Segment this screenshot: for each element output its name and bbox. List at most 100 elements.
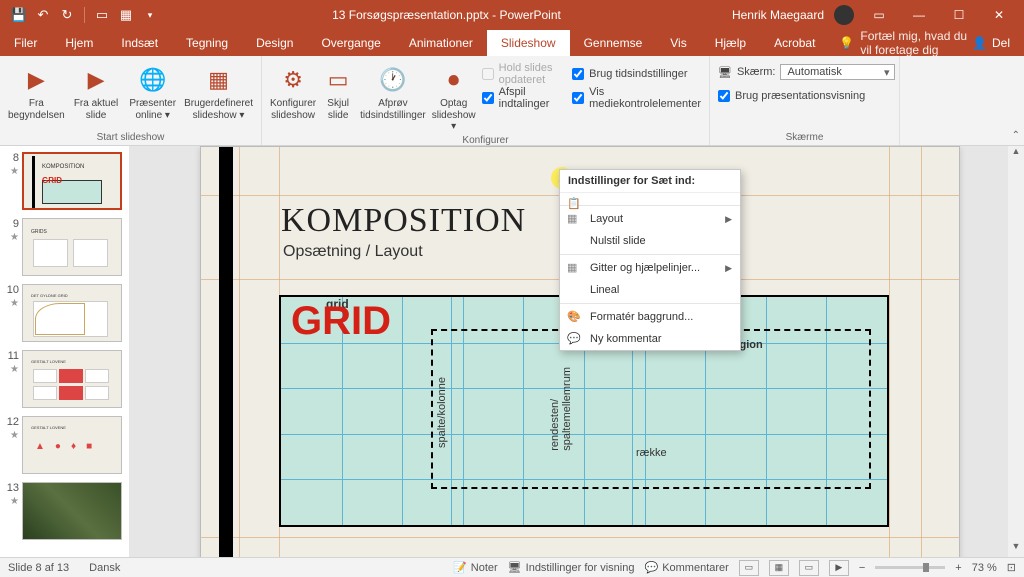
keep-updated-checkbox[interactable]: Hold slides opdateret: [482, 64, 566, 84]
reading-view-icon[interactable]: ▭: [799, 560, 819, 576]
tab-tegning[interactable]: Tegning: [172, 30, 242, 56]
user-name: Henrik Maegaard: [732, 8, 824, 22]
tab-slideshow[interactable]: Slideshow: [487, 30, 570, 56]
from-beginning-button[interactable]: ▶Fra begyndelsen: [8, 60, 65, 121]
slide-canvas[interactable]: KOMPOSITION Opsætning / Layout spalte/ko…: [200, 146, 960, 557]
status-bar: Slide 8 af 13 Dansk 📝Noter 🖥Indstillinge…: [0, 557, 1024, 577]
ribbon: ▶Fra begyndelsen ▶Fra aktuel slide 🌐Præs…: [0, 56, 1024, 146]
quick-access-toolbar: 💾 ↶ ↻ ▭ ▦ ▾: [0, 4, 161, 26]
zoom-in-icon[interactable]: +: [955, 562, 961, 574]
collapse-ribbon-icon[interactable]: ⌃: [1012, 130, 1020, 141]
normal-view-icon[interactable]: ▭: [739, 560, 759, 576]
redo-icon[interactable]: ↻: [56, 4, 78, 26]
undo-icon[interactable]: ↶: [32, 4, 54, 26]
ctx-kommentar[interactable]: 💬Ny kommentar: [560, 328, 740, 350]
setup-show-button[interactable]: ⚙Konfigurer slideshow: [270, 60, 316, 121]
comments-button[interactable]: 💬Kommentarer: [644, 561, 728, 574]
group-label-skaerm: Skærme: [718, 130, 891, 145]
play-narrations-checkbox[interactable]: Afspil indtalinger: [482, 88, 566, 108]
minimize-icon[interactable]: —: [904, 0, 934, 30]
qat-dropdown-icon[interactable]: ▾: [139, 4, 161, 26]
language-indicator[interactable]: Dansk: [89, 562, 120, 574]
scroll-up-icon[interactable]: ▲: [1008, 146, 1024, 162]
thumbnail-9[interactable]: GRIDS: [22, 218, 122, 276]
screen-label: Skærm:: [737, 66, 776, 78]
present-online-button[interactable]: 🌐Præsenter online ▾: [127, 60, 178, 121]
custom-show-icon: ▦: [203, 64, 235, 96]
slide-counter[interactable]: Slide 8 af 13: [8, 562, 69, 574]
start-show-icon[interactable]: ▭: [91, 4, 113, 26]
presenter-view-checkbox[interactable]: Brug præsentationsvisning: [718, 86, 895, 106]
thumbnail-8[interactable]: KOMPOSITIONGRID: [22, 152, 122, 210]
record-slideshow-button[interactable]: ⏺Optag slideshow ▾: [432, 60, 476, 133]
tell-me-search[interactable]: 💡 Fortæl mig, hvad du vil foretage dig: [839, 29, 972, 57]
tab-overgange[interactable]: Overgange: [307, 30, 394, 56]
tab-acrobat[interactable]: Acrobat: [760, 30, 829, 56]
tab-indsaet[interactable]: Indsæt: [107, 30, 172, 56]
zoom-level[interactable]: 73 %: [972, 562, 997, 574]
chevron-right-icon: ▶: [725, 214, 732, 225]
tab-hjem[interactable]: Hjem: [51, 30, 107, 56]
thumbnail-10[interactable]: DET GYLDNE GRID: [22, 284, 122, 342]
ctx-gitter[interactable]: ▦Gitter og hjælpelinjer...▶: [560, 257, 740, 279]
tab-design[interactable]: Design: [242, 30, 307, 56]
play-current-icon: ▶: [80, 64, 112, 96]
tab-filer[interactable]: Filer: [0, 30, 51, 56]
globe-icon: 🌐: [137, 64, 169, 96]
save-icon[interactable]: 💾: [8, 4, 30, 26]
play-icon: ▶: [20, 64, 52, 96]
zoom-out-icon[interactable]: −: [859, 562, 865, 574]
notes-button[interactable]: 📝Noter: [453, 561, 498, 574]
paste-option-button: 📋: [560, 193, 740, 203]
vertical-scrollbar[interactable]: ▲ ▼: [1008, 146, 1024, 557]
slide-editor[interactable]: KOMPOSITION Opsætning / Layout spalte/ko…: [130, 146, 1024, 557]
tab-hjaelp[interactable]: Hjælp: [701, 30, 760, 56]
monitor-icon: 🖥: [718, 66, 732, 79]
notes-icon: 📝: [453, 561, 467, 574]
label-spalte: spalte/kolonne: [436, 377, 448, 448]
ctx-lineal[interactable]: Lineal: [560, 279, 740, 301]
display-settings-button[interactable]: 🖥Indstillinger for visning: [508, 561, 635, 574]
slideshow-view-icon[interactable]: ▶: [829, 560, 849, 576]
use-timings-checkbox[interactable]: Brug tidsindstillinger: [572, 64, 701, 84]
ctx-formater[interactable]: 🎨Formatér baggrund...: [560, 306, 740, 328]
ctx-layout[interactable]: ▦Layout▶: [560, 208, 740, 230]
black-vertical-strip: [219, 147, 233, 557]
fit-to-window-icon[interactable]: ⊡: [1007, 561, 1016, 574]
scroll-down-icon[interactable]: ▼: [1008, 541, 1024, 557]
work-area: 8★KOMPOSITIONGRID 9★GRIDS 10★DET GYLDNE …: [0, 146, 1024, 557]
rehearse-timings-button[interactable]: 🕐Afprøv tidsindstillinger: [360, 60, 426, 121]
slide-thumbnails-panel[interactable]: 8★KOMPOSITIONGRID 9★GRIDS 10★DET GYLDNE …: [0, 146, 130, 557]
zoom-slider[interactable]: [875, 566, 945, 569]
ribbon-options-icon[interactable]: ▭: [864, 0, 894, 30]
custom-slideshow-button[interactable]: ▦Brugerdefineret slideshow ▾: [184, 60, 253, 121]
sorter-view-icon[interactable]: ▦: [769, 560, 789, 576]
window-title: 13 Forsøgspræsentation.pptx - PowerPoint: [161, 8, 732, 22]
screen-select[interactable]: Automatisk: [780, 64, 895, 80]
show-media-controls-checkbox[interactable]: Vis mediekontrolelementer: [572, 88, 701, 108]
tab-vis[interactable]: Vis: [656, 30, 700, 56]
thumbnail-12[interactable]: GESTALT LOVENE▲●♦■: [22, 416, 122, 474]
share-label: Del: [992, 36, 1010, 50]
maximize-icon[interactable]: ☐: [944, 0, 974, 30]
slide-title: KOMPOSITION: [281, 202, 526, 240]
thumbnail-11[interactable]: GESTALT LOVENE: [22, 350, 122, 408]
group-label-start: Start slideshow: [8, 130, 253, 145]
comments-icon: 💬: [644, 561, 658, 574]
tab-gennemse[interactable]: Gennemse: [570, 30, 657, 56]
close-icon[interactable]: ✕: [984, 0, 1014, 30]
thumbnail-13[interactable]: [22, 482, 122, 540]
from-current-button[interactable]: ▶Fra aktuel slide: [71, 60, 122, 121]
label-rendesten: rendesten/ spaltemellemrum: [549, 367, 573, 451]
hide-slide-button[interactable]: ▭Skjul slide: [322, 60, 354, 121]
ctx-nulstil[interactable]: Nulstil slide: [560, 230, 740, 252]
setup-icon: ⚙: [277, 64, 309, 96]
tab-animationer[interactable]: Animationer: [395, 30, 487, 56]
share-button[interactable]: 👤 Del: [972, 36, 1010, 50]
slide-subtitle: Opsætning / Layout: [283, 243, 423, 261]
share-icon: 👤: [972, 36, 987, 50]
avatar[interactable]: [834, 5, 854, 25]
grid-icon: ▦: [567, 261, 581, 275]
hide-icon: ▭: [322, 64, 354, 96]
layout-icon[interactable]: ▦: [115, 4, 137, 26]
